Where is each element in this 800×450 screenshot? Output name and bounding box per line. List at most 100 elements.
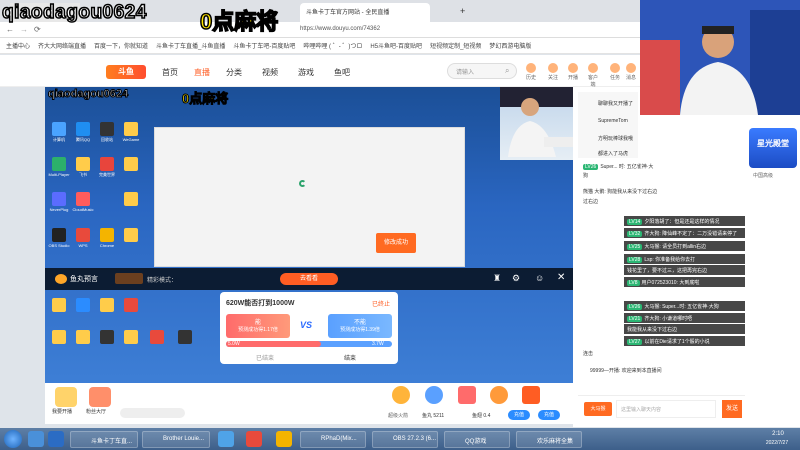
browser-tab-active[interactable]: 斗鱼卡丁车官方网站 - 全民直播 bbox=[300, 3, 430, 22]
forward-icon[interactable]: → bbox=[20, 25, 28, 34]
desktop-folder-icon bbox=[124, 157, 138, 171]
nav-live[interactable]: 直播 bbox=[194, 67, 210, 78]
gift-plane-icon[interactable] bbox=[425, 386, 443, 404]
clock-time[interactable]: 2:10 bbox=[760, 431, 796, 437]
fish-label: 鱼丸 5211 bbox=[422, 412, 444, 419]
client-icon[interactable]: 客户端 bbox=[586, 63, 600, 88]
poll-option-yes-sub: 预测成功得1.17倍 bbox=[238, 327, 278, 333]
chat-input[interactable]: 这里输入聊天内容 bbox=[616, 400, 716, 418]
poll-question: 620W能否打到1000W bbox=[226, 300, 295, 307]
chat-text: 过右边 bbox=[583, 199, 599, 205]
coin-value: 0.4 bbox=[483, 413, 491, 419]
bookmark-item[interactable]: 主播中心 bbox=[6, 41, 30, 50]
send-button[interactable]: 发送 bbox=[722, 400, 742, 418]
desktop-icon-label: 完美世界 bbox=[99, 172, 115, 177]
go-watch-button[interactable]: 去看看 bbox=[280, 273, 338, 285]
taskbar-item[interactable]: 欢乐麻将全集 bbox=[516, 431, 582, 448]
broadcast-icon[interactable]: 开播 bbox=[566, 63, 580, 85]
new-tab-icon[interactable]: + bbox=[460, 6, 465, 16]
back-icon[interactable]: ← bbox=[6, 25, 14, 34]
gift-rocket-icon[interactable] bbox=[490, 386, 508, 404]
fan-hall-icon[interactable] bbox=[89, 387, 111, 407]
follow-icon[interactable]: 关注 bbox=[546, 63, 560, 85]
nav-game[interactable]: 游戏 bbox=[298, 67, 314, 78]
desktop-icon-label: 飞书 bbox=[79, 172, 87, 177]
clock-date[interactable]: 2022/7/27 bbox=[756, 440, 798, 446]
top-list-item[interactable]: SupremeTom bbox=[598, 118, 628, 124]
modify-success-button[interactable]: 修改成功 bbox=[376, 233, 416, 253]
desktop-folder-icon bbox=[52, 330, 66, 344]
bookmark-item[interactable]: 短视频定制_短视频 bbox=[430, 41, 481, 50]
taskbar-app-icon[interactable] bbox=[48, 431, 64, 447]
open-stream-icon[interactable] bbox=[55, 387, 77, 407]
desktop-icon-label: CloudMusic bbox=[72, 207, 94, 212]
bookmark-item[interactable]: 齐大大网络端直播 bbox=[38, 41, 86, 50]
bookmark-item[interactable]: 斗鱼卡丁车直播_斗鱼直播 bbox=[156, 41, 225, 50]
search-icon[interactable]: ⌕ bbox=[505, 66, 509, 76]
taskbar-item[interactable]: 斗鱼卡丁车直... bbox=[70, 431, 138, 448]
taskbar-app-icon[interactable] bbox=[218, 431, 234, 447]
close-icon[interactable]: ✕ bbox=[557, 272, 565, 283]
url-text[interactable]: https://www.douyu.com/74362 bbox=[300, 26, 380, 32]
recharge-button[interactable]: 充值 bbox=[508, 410, 530, 420]
bookmark-item[interactable]: 斗鱼卡丁车吧-百度贴吧 bbox=[233, 41, 295, 50]
desktop-obs-icon bbox=[52, 228, 66, 242]
level-badge: LV14 bbox=[627, 219, 643, 225]
poll-option-no[interactable]: 不能 预测成功得1.39倍 bbox=[328, 314, 392, 338]
nav-fishbar[interactable]: 鱼吧 bbox=[334, 67, 350, 78]
gift-shark-fin-icon[interactable] bbox=[522, 386, 540, 404]
top-list-item[interactable]: 方明玩棒球我哦 bbox=[598, 135, 633, 142]
poll-end-button[interactable]: 结束 bbox=[344, 353, 356, 362]
taskbar-item[interactable]: Brother Louie... bbox=[142, 431, 210, 448]
trophy-icon[interactable]: ♜ bbox=[493, 273, 501, 284]
bookmark-item[interactable]: 梦幻西游电脑版 bbox=[489, 41, 531, 50]
site-logo[interactable]: 斗鱼 bbox=[106, 65, 146, 79]
browser-tab[interactable] bbox=[432, 3, 454, 22]
mode-label: 精彩模式： bbox=[147, 278, 178, 284]
chat-line: 过右边 bbox=[583, 198, 745, 205]
nav-category[interactable]: 分类 bbox=[226, 67, 242, 78]
message-icon[interactable]: 消息 bbox=[624, 63, 638, 85]
poll-option-yes[interactable]: 能 预测成功得1.17倍 bbox=[226, 314, 290, 338]
gift-card-icon[interactable] bbox=[458, 386, 476, 404]
taskbar-item[interactable]: RPhaD(Mix... bbox=[300, 431, 366, 448]
fish-value: 5211 bbox=[433, 413, 445, 419]
loading-spinner-icon bbox=[299, 180, 306, 187]
chat-text: 齐大狗: 小谦道哪时唔 bbox=[644, 316, 693, 322]
emoji-icon[interactable]: ☺ bbox=[535, 273, 544, 283]
nav-home[interactable]: 首页 bbox=[162, 67, 178, 78]
recharge-button[interactable]: 充值 bbox=[538, 410, 560, 420]
taskbar-app-icon[interactable] bbox=[246, 431, 262, 447]
desktop-icon-label: OBS Studio bbox=[48, 243, 70, 248]
reload-icon[interactable]: ⟳ bbox=[34, 25, 41, 34]
desktop-folder-icon bbox=[76, 157, 90, 171]
settings-icon[interactable]: ⚙ bbox=[512, 273, 520, 284]
chat-line: 熊猫 大鹅: 狗能我从来没下过右边 bbox=[583, 188, 745, 195]
gift-super-rocket-icon[interactable] bbox=[392, 386, 410, 404]
history-icon[interactable]: 历史 bbox=[524, 63, 538, 85]
bookmark-item[interactable]: 百度一下，你就知道 bbox=[94, 41, 148, 50]
address-bar[interactable]: ← → ⟳ https://www.douyu.com/74362 bbox=[0, 22, 640, 38]
bookmark-item[interactable]: 哔哩哔哩 ( ゜- ゜)つロ bbox=[303, 41, 362, 50]
nav-video[interactable]: 视频 bbox=[262, 67, 278, 78]
poll-progress-fill bbox=[226, 341, 321, 347]
task-icon[interactable]: 任务 bbox=[608, 63, 622, 85]
taskbar-item[interactable]: OBS 27.2.3 (6... bbox=[372, 431, 438, 448]
stream-name-small: qiaodagou0624 bbox=[47, 88, 129, 101]
chat-text: 大马猴: 请全员打到allin右边 bbox=[644, 244, 706, 250]
star-hall-banner[interactable]: 星光殿堂 bbox=[749, 128, 797, 168]
game-window[interactable] bbox=[154, 127, 465, 267]
chat-text: Lsp: 你准备我给你去打 bbox=[644, 257, 696, 263]
top-list-item[interactable]: 都进入了马虎 bbox=[598, 150, 628, 157]
desktop-icon-label: Multi-Player bbox=[48, 172, 70, 177]
chat-line: 99999—开播: 欢迎来到本直播间 bbox=[590, 367, 752, 374]
start-button-icon[interactable] bbox=[4, 430, 22, 448]
top-list-item[interactable]: 聊聊我又开播了 bbox=[598, 100, 633, 107]
taskbar-chrome-icon[interactable] bbox=[276, 431, 292, 447]
taskbar-item[interactable]: QQ游戏 bbox=[444, 431, 510, 448]
bookmark-item[interactable]: H5斗鱼吧-百度贴吧 bbox=[370, 41, 422, 50]
taskbar-explorer-icon[interactable] bbox=[28, 431, 44, 447]
user-tag[interactable]: 大马猴 bbox=[584, 402, 612, 416]
star-hall-label: 中国高级 bbox=[753, 173, 774, 179]
level-badge: LV28 bbox=[627, 257, 643, 263]
